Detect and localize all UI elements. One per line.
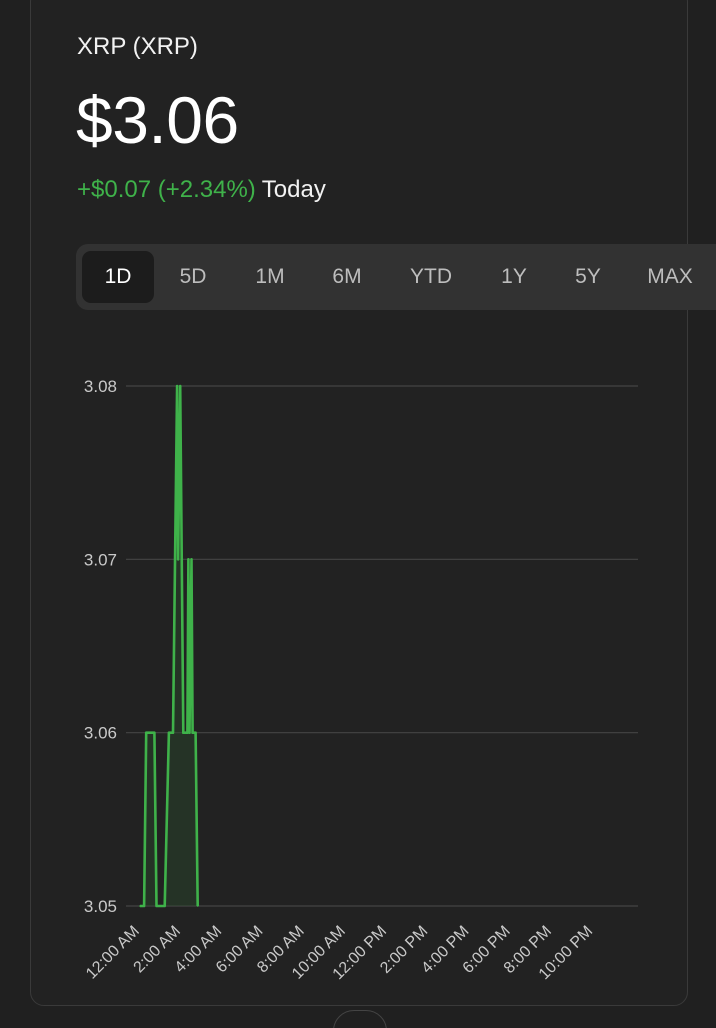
- time-range-selector: 1D 5D 1M 6M YTD 1Y 5Y MAX: [76, 244, 716, 310]
- price-change-row: +$0.07 (+2.34%) Today: [77, 176, 326, 204]
- range-button-6m[interactable]: 6M: [308, 251, 386, 303]
- stock-quote-page: XRP (XRP) $3.06 +$0.07 (+2.34%) Today 1D 5…: [0, 0, 716, 1028]
- range-button-5y[interactable]: 5Y: [552, 251, 624, 303]
- change-period: Today: [261, 176, 326, 203]
- range-button-1m[interactable]: 1M: [232, 251, 308, 303]
- range-button-5d[interactable]: 5D: [154, 251, 232, 303]
- scroll-handle[interactable]: [333, 1010, 387, 1028]
- range-button-ytd[interactable]: YTD: [386, 251, 476, 303]
- range-button-max[interactable]: MAX: [624, 251, 716, 303]
- range-button-1d[interactable]: 1D: [82, 251, 154, 303]
- price-change: +$0.07 (+2.34%): [77, 176, 256, 203]
- current-price: $3.06: [76, 83, 239, 157]
- range-button-1y[interactable]: 1Y: [476, 251, 552, 303]
- ticker-name: XRP (XRP): [77, 33, 198, 60]
